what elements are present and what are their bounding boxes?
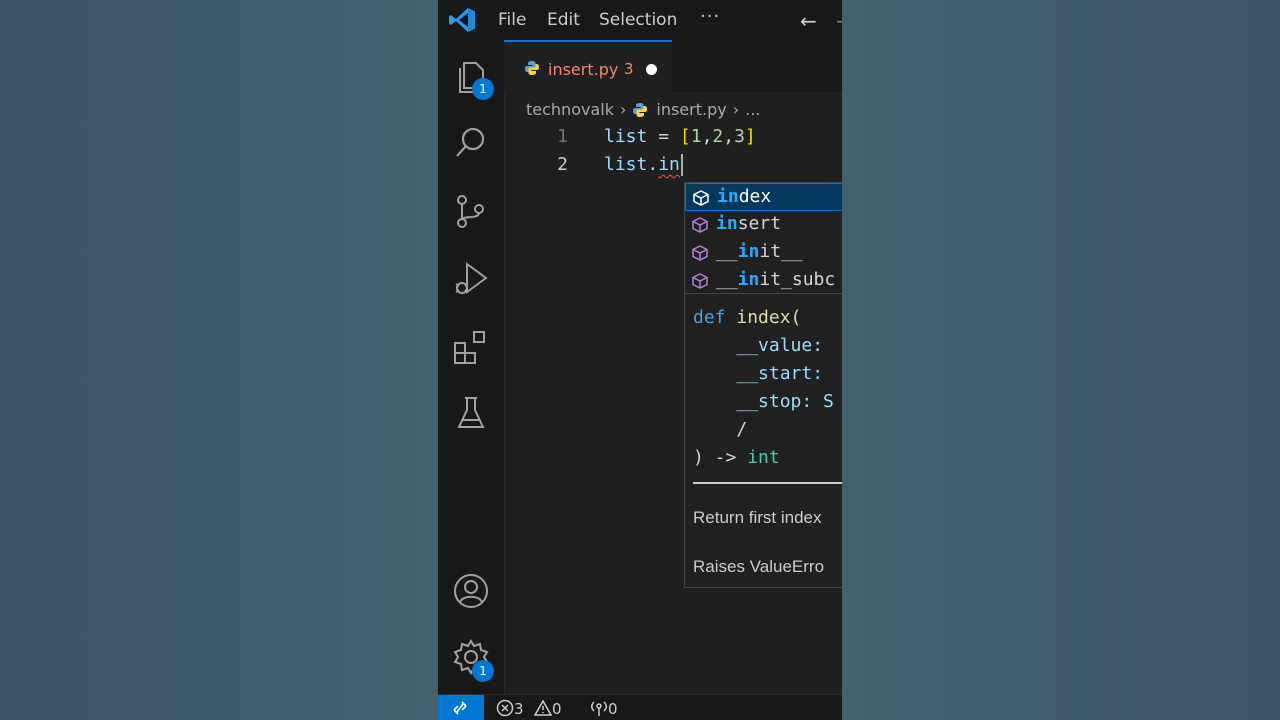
- breadcrumb-file[interactable]: insert.py: [656, 100, 726, 119]
- doc-text: Return first index: [693, 508, 822, 527]
- suggestion-item[interactable]: index: [685, 183, 842, 211]
- code-text: list.in: [604, 154, 683, 176]
- python-file-icon: [633, 102, 648, 117]
- suggestion-item[interactable]: __init_subc: [685, 267, 842, 295]
- status-bar: 3 0 0: [438, 694, 842, 720]
- explorer-badge: 1: [472, 78, 494, 100]
- background-left: [0, 0, 438, 720]
- broadcast-icon: [591, 701, 607, 716]
- source-control-icon: [457, 195, 484, 228]
- line-number: 2: [557, 154, 568, 175]
- extensions-icon: [454, 331, 485, 364]
- method-icon: [693, 190, 709, 206]
- title-bar: File Edit Selection ··· ← →: [438, 0, 842, 40]
- vscode-logo-icon: [449, 8, 475, 32]
- code-line: 2 list.in: [504, 154, 842, 182]
- python-file-icon: [525, 61, 539, 75]
- remote-button[interactable]: [438, 695, 484, 720]
- details-divider: [693, 482, 842, 484]
- function-signature: def index( __value: __start: __stop: S /…: [693, 307, 834, 468]
- account-icon: [454, 574, 488, 608]
- typed-text: in: [658, 154, 680, 175]
- suggestion-details: def index( __value: __start: __stop: S /…: [684, 294, 842, 588]
- method-icon: [692, 273, 708, 289]
- search-icon: [456, 127, 485, 157]
- menu-file[interactable]: File: [498, 10, 526, 30]
- testing-button[interactable]: [452, 394, 490, 432]
- ports-status[interactable]: 0: [590, 699, 618, 718]
- line-number: 1: [557, 126, 568, 147]
- menu-edit[interactable]: Edit: [547, 10, 580, 30]
- errors-status[interactable]: 3: [496, 699, 524, 718]
- back-arrow-icon[interactable]: ←: [800, 9, 817, 33]
- remote-icon: [453, 701, 467, 715]
- editor-tab-strip: insert.py 3: [504, 40, 842, 92]
- forward-arrow-icon[interactable]: →: [836, 9, 842, 33]
- run-debug-button[interactable]: [452, 260, 490, 298]
- breadcrumb-more[interactable]: ...: [745, 100, 760, 119]
- tab-problem-count: 3: [624, 60, 634, 78]
- settings-badge: 1: [472, 660, 494, 682]
- suggestion-item[interactable]: __init__: [685, 239, 842, 267]
- chevron-right-icon: ›: [619, 100, 627, 119]
- chevron-right-icon: ›: [732, 100, 740, 119]
- flask-icon: [457, 397, 485, 428]
- search-button[interactable]: [452, 124, 490, 162]
- suggestion-item[interactable]: insert: [685, 211, 842, 239]
- method-icon: [692, 217, 708, 233]
- menu-more-button[interactable]: ···: [700, 6, 720, 27]
- explorer-button[interactable]: 1: [452, 58, 494, 100]
- doc-text: Raises ValueErro: [693, 557, 825, 576]
- unsaved-dot-icon[interactable]: [646, 64, 657, 75]
- accounts-button[interactable]: [452, 572, 490, 610]
- breadcrumb-folder[interactable]: technovalk: [526, 100, 614, 119]
- suggestion-widget: index insert __init__ __init_subc: [684, 182, 842, 294]
- tab-filename: insert.py: [548, 60, 619, 79]
- extensions-button[interactable]: [452, 328, 490, 366]
- warning-icon: [533, 699, 553, 716]
- breadcrumb: technovalk › insert.py ›...: [526, 99, 760, 119]
- source-control-button[interactable]: [452, 192, 490, 230]
- code-line: 1 list = [1,2,3]: [504, 126, 842, 154]
- background-right: [842, 0, 1280, 720]
- error-icon: [496, 699, 514, 717]
- vscode-window: File Edit Selection ··· ← → 1: [438, 0, 842, 720]
- text-cursor: [680, 154, 683, 176]
- code-prefix: list.: [604, 154, 659, 175]
- menu-selection[interactable]: Selection: [599, 10, 677, 30]
- manage-button[interactable]: 1: [452, 638, 494, 682]
- run-debug-icon: [455, 262, 488, 294]
- method-icon: [692, 245, 708, 261]
- tab-insert-py[interactable]: insert.py 3: [504, 40, 672, 92]
- code-text: list = [1,2,3]: [604, 126, 756, 147]
- activity-bar: 1 1: [438, 40, 505, 694]
- warnings-status[interactable]: 0: [533, 699, 562, 718]
